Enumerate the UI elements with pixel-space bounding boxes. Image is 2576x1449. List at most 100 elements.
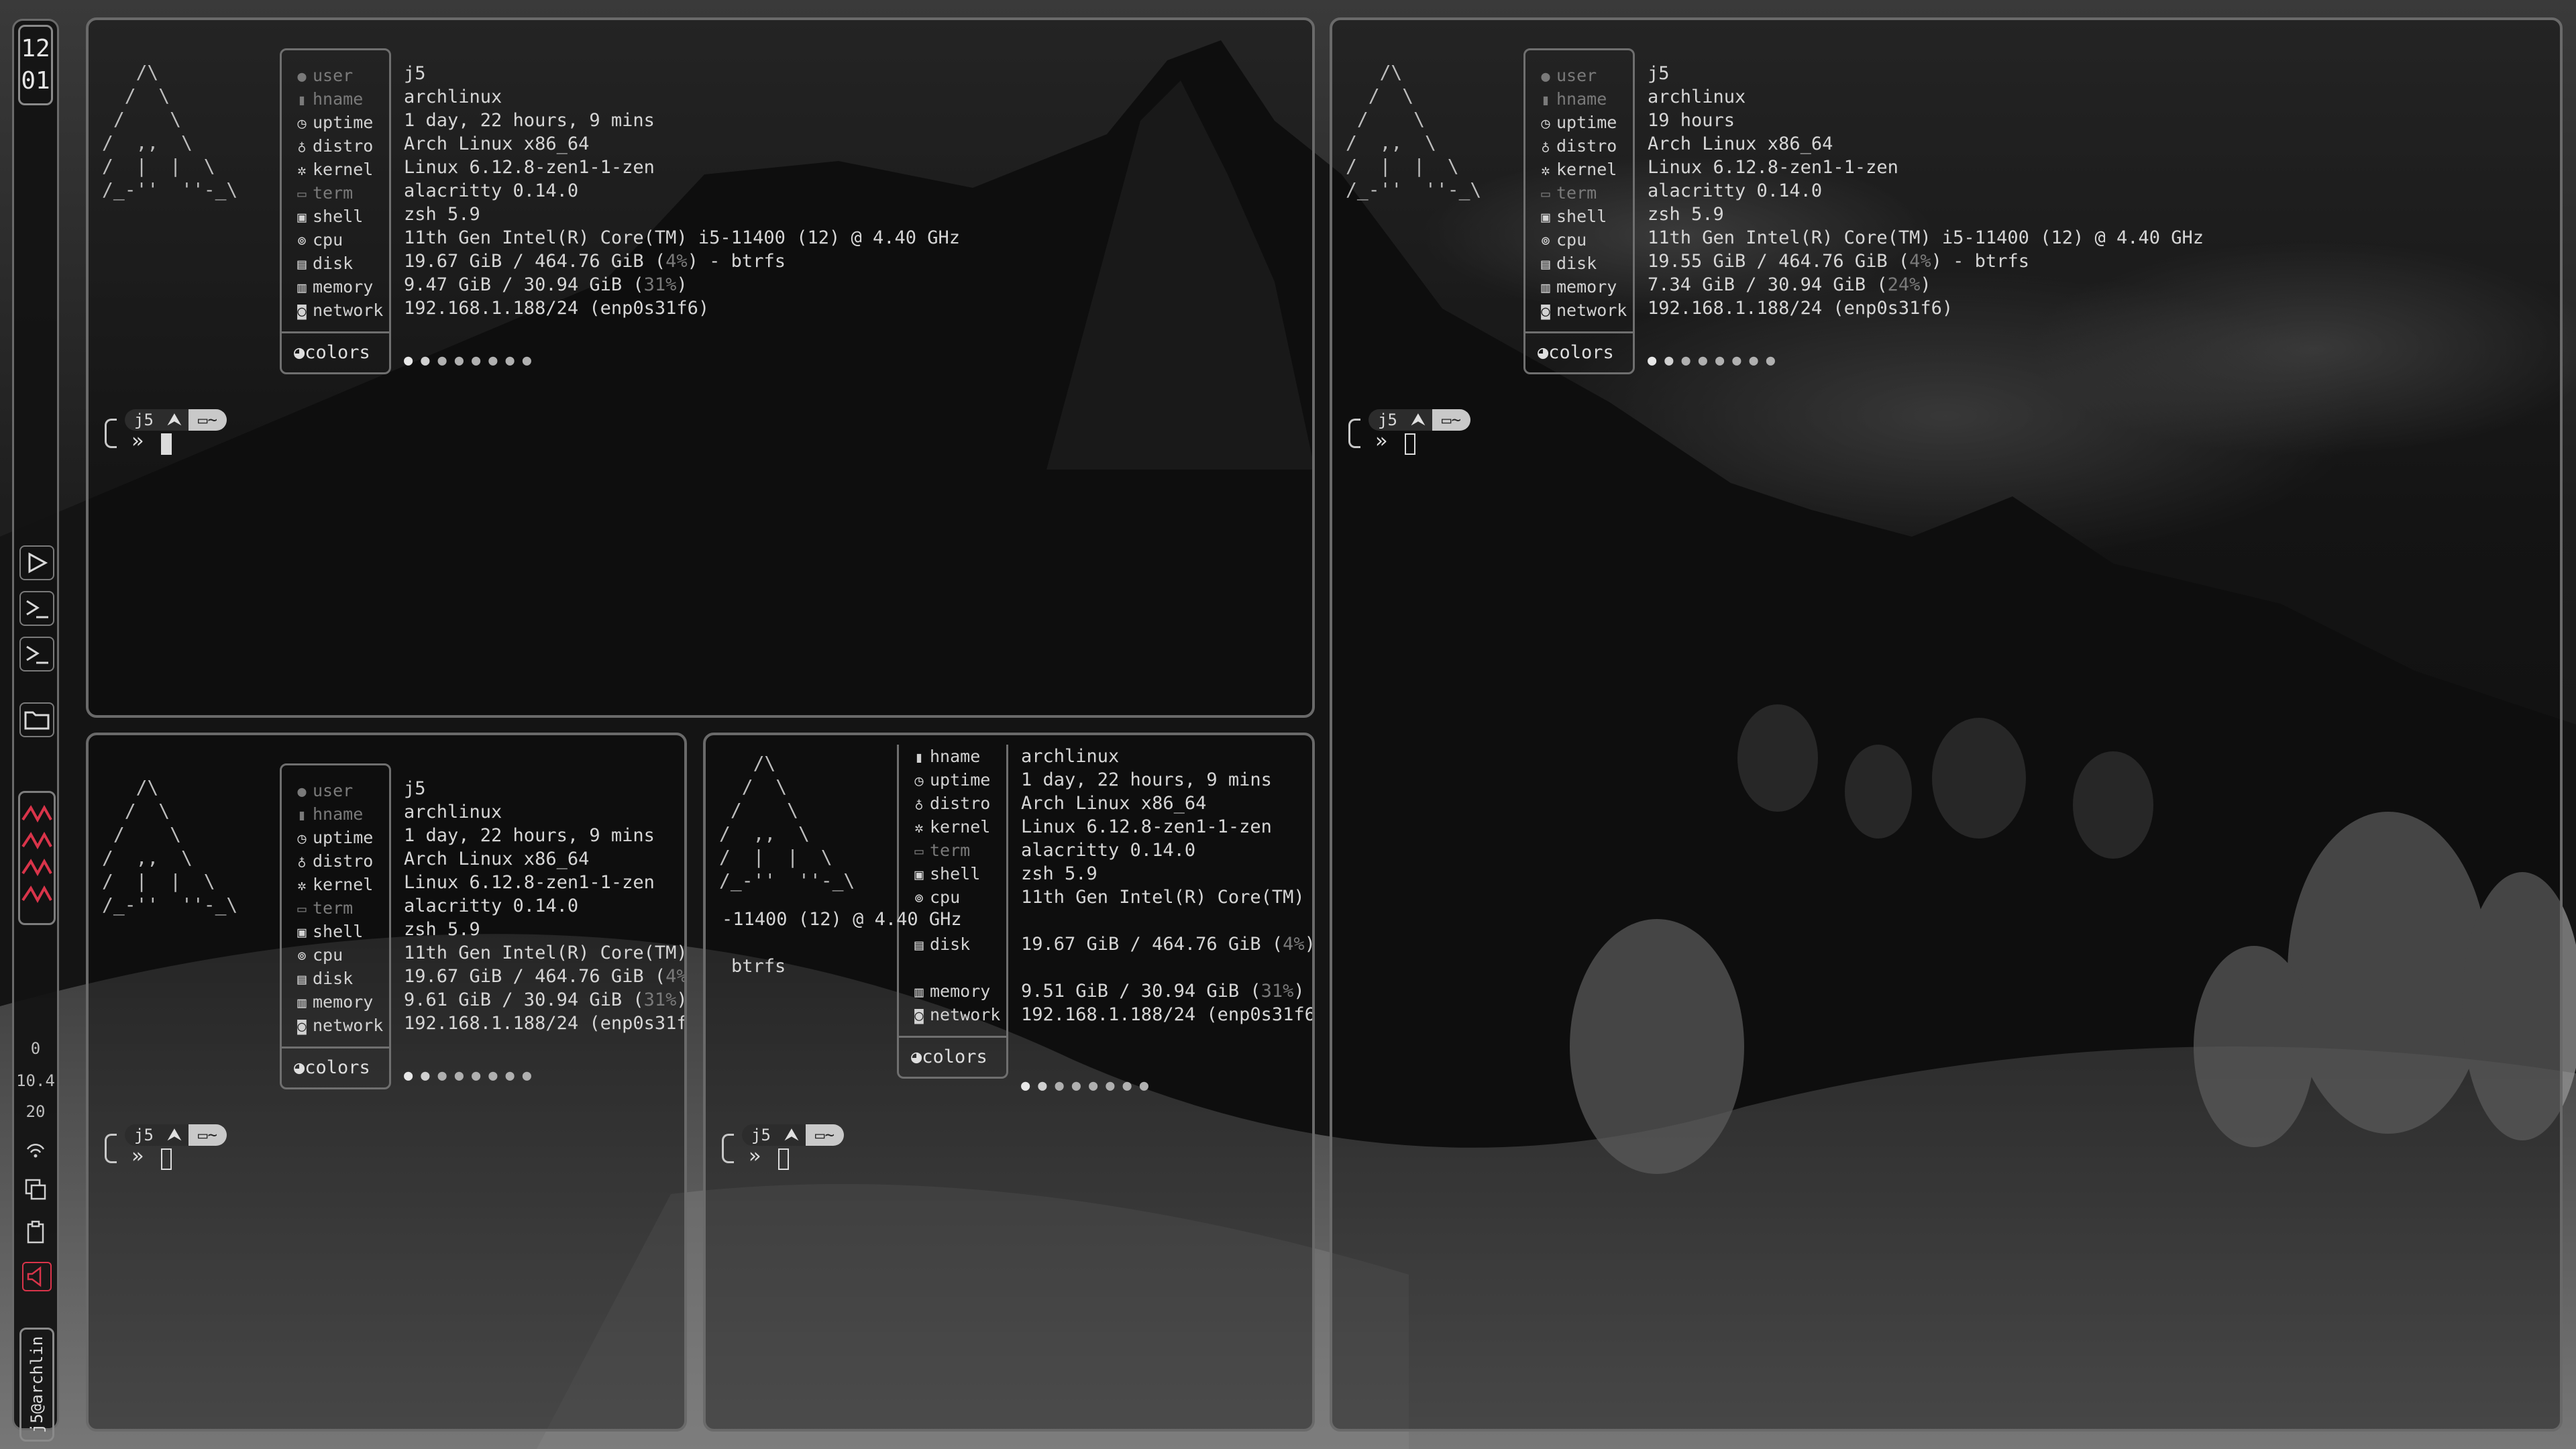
arch-icon: ⮝ xyxy=(1410,409,1426,430)
arch-ascii-logo: /\ / \ / \ / ,, \ / | | \ /_-'' ''-_\ xyxy=(102,776,238,916)
clock-widget[interactable]: 12 01 xyxy=(18,25,53,105)
clipboard-button[interactable] xyxy=(22,1219,49,1246)
play-icon xyxy=(28,552,48,574)
cpu-icon: ⊚ xyxy=(297,948,307,965)
label-memory: ▥ memory xyxy=(282,275,389,299)
terminal-window-top-left[interactable]: /\ / \ / \ / ,, \ / | | \ /_-'' ''-_\ ● u… xyxy=(86,17,1315,718)
disk-icon: ▤ xyxy=(297,971,307,988)
value-distro: Arch Linux x86_64 xyxy=(1021,793,1207,814)
memory-icon: ▥ xyxy=(914,984,924,1001)
text-cursor xyxy=(161,1148,172,1170)
workspace-indicator[interactable] xyxy=(18,791,56,925)
label-disk: ▤ disk xyxy=(282,252,389,275)
prompt-arrows: » xyxy=(131,1144,144,1168)
terminal-launcher-button[interactable] xyxy=(19,591,54,626)
value-distro: Arch Linux x86_64 xyxy=(404,849,590,869)
tux-icon: ♁ xyxy=(914,796,924,813)
palette-icon: ◕ xyxy=(1538,342,1549,363)
cpu-icon: ⊚ xyxy=(297,233,307,250)
fetch-values: j5 archlinux 19 hours Arch Linux x86_64 … xyxy=(1648,62,2204,320)
value-uptime: 1 day, 22 hours, 9 mins xyxy=(1021,769,1272,790)
terminal-launcher-button-2[interactable] xyxy=(19,637,54,672)
volume-button[interactable] xyxy=(22,1262,52,1291)
value-hname: archlinux xyxy=(404,802,502,822)
label-shell: ▣ shell xyxy=(282,205,389,228)
text-cursor xyxy=(778,1148,789,1170)
prompt-arrows: » xyxy=(1375,429,1388,453)
fetch-values: j5 archlinux 1 day, 22 hours, 9 mins Arc… xyxy=(404,62,960,320)
arch-icon: ⮝ xyxy=(166,1124,182,1145)
value-hname: archlinux xyxy=(404,87,502,107)
label-colors: ◕colors xyxy=(282,1046,389,1087)
side-bar: 12 01 0 10.4 20 j5@archlin xyxy=(12,19,59,1442)
computer-icon: ▮ xyxy=(914,749,924,766)
text-cursor xyxy=(1405,433,1415,455)
label-distro: ♁ distro xyxy=(282,849,389,873)
prompt-segment: j5 ⮝ ▭~ xyxy=(1368,409,1470,431)
label-network: ◙ network xyxy=(282,1014,389,1037)
clock-icon: ◷ xyxy=(914,773,924,790)
label-shell: ▣ shell xyxy=(1525,205,1633,228)
value-user: j5 xyxy=(404,778,426,799)
value-distro: Arch Linux x86_64 xyxy=(404,133,590,154)
value-uptime: 19 hours xyxy=(1648,110,1735,131)
label-memory: ▥ memory xyxy=(282,990,389,1014)
palette-icon: ◕ xyxy=(294,1057,305,1078)
network-icon: ◙ xyxy=(1541,303,1550,320)
label-hname: ▮ hname xyxy=(899,745,1006,768)
label-uptime: ◷ uptime xyxy=(282,111,389,134)
prompt-user: j5 xyxy=(134,1126,154,1144)
value-kernel: Linux 6.12.8-zen1-1-zen xyxy=(1648,157,1898,178)
label-uptime: ◷ uptime xyxy=(1525,111,1633,134)
prompt-user: j5 xyxy=(134,411,154,429)
value-hname: archlinux xyxy=(1021,746,1120,767)
files-launcher-button[interactable] xyxy=(19,702,54,737)
value-memory: 7.34 GiB / 30.94 GiB (24%) xyxy=(1648,274,1931,295)
shell-icon: ▣ xyxy=(297,209,307,226)
text-cursor xyxy=(161,433,172,455)
label-term: ▭ term xyxy=(282,896,389,920)
terminal-window-bottom-left[interactable]: /\ / \ / \ / ,, \ / | | \ /_-'' ''-_\ ● u… xyxy=(86,733,687,1432)
wifi-button[interactable] xyxy=(22,1134,49,1161)
prompt-segment: j5 ⮝ ▭~ xyxy=(742,1124,844,1146)
terminal-window-bottom-middle[interactable]: /\ / \ / \ / ,, \ / | | \ /_-'' ''-_\ ▮ h… xyxy=(703,733,1315,1432)
color-dots: ●●●●●●●● xyxy=(404,352,539,369)
prompt-dir: ▭~ xyxy=(189,409,227,431)
value-disk: 19.67 GiB / 464.76 GiB (4%) - btrfs xyxy=(404,251,786,272)
shell-icon: ▣ xyxy=(1541,209,1550,226)
tux-icon: ♁ xyxy=(297,139,307,156)
copy-button[interactable] xyxy=(22,1176,49,1203)
play-launcher-button[interactable] xyxy=(19,545,54,580)
prompt-bracket xyxy=(722,1134,734,1163)
stat-c: 20 xyxy=(25,1102,46,1121)
terminal-window-right[interactable]: /\ / \ / \ / ,, \ / | | \ /_-'' ''-_\ ● u… xyxy=(1330,17,2563,1432)
terminal-icon: ▭ xyxy=(1541,186,1550,203)
label-user: ● user xyxy=(1525,64,1633,87)
value-memory: 9.51 GiB / 30.94 GiB (31%) xyxy=(1021,981,1305,1002)
label-network: ◙ network xyxy=(1525,299,1633,322)
computer-icon: ▮ xyxy=(297,807,307,824)
prompt-dir: ▭~ xyxy=(189,1124,227,1146)
terminal-icon xyxy=(26,645,48,664)
label-uptime: ◷ uptime xyxy=(282,826,389,849)
user-icon: ● xyxy=(297,784,307,800)
arch-icon: ⮝ xyxy=(784,1124,800,1145)
label-distro: ♁ distro xyxy=(1525,134,1633,158)
value-distro: Arch Linux x86_64 xyxy=(1648,133,1833,154)
arch-icon: ⮝ xyxy=(166,409,182,430)
value-memory: 9.47 GiB / 30.94 GiB (31%) xyxy=(404,274,688,295)
prompt-user: j5 xyxy=(751,1126,771,1144)
label-shell: ▣ shell xyxy=(899,862,1006,885)
label-distro: ♁ distro xyxy=(282,134,389,158)
prompt-segment: j5 ⮝ ▭~ xyxy=(125,1124,227,1146)
terminal-icon: ▭ xyxy=(297,901,307,918)
value-disk: 19.67 GiB / 464.76 GiB (4%) - xyxy=(1021,934,1315,955)
label-cpu: ⊚ cpu xyxy=(282,943,389,967)
prompt-arrows: » xyxy=(749,1144,761,1168)
color-dots: ●●●●●●●● xyxy=(1648,352,1783,369)
disk-wrap-line: btrfs xyxy=(731,956,786,977)
label-cpu: ⊚ cpu xyxy=(1525,228,1633,252)
value-shell: zsh 5.9 xyxy=(404,204,480,225)
user-host-widget[interactable]: j5@archlin xyxy=(19,1328,54,1442)
value-kernel: Linux 6.12.8-zen1-1-zen xyxy=(404,157,655,178)
